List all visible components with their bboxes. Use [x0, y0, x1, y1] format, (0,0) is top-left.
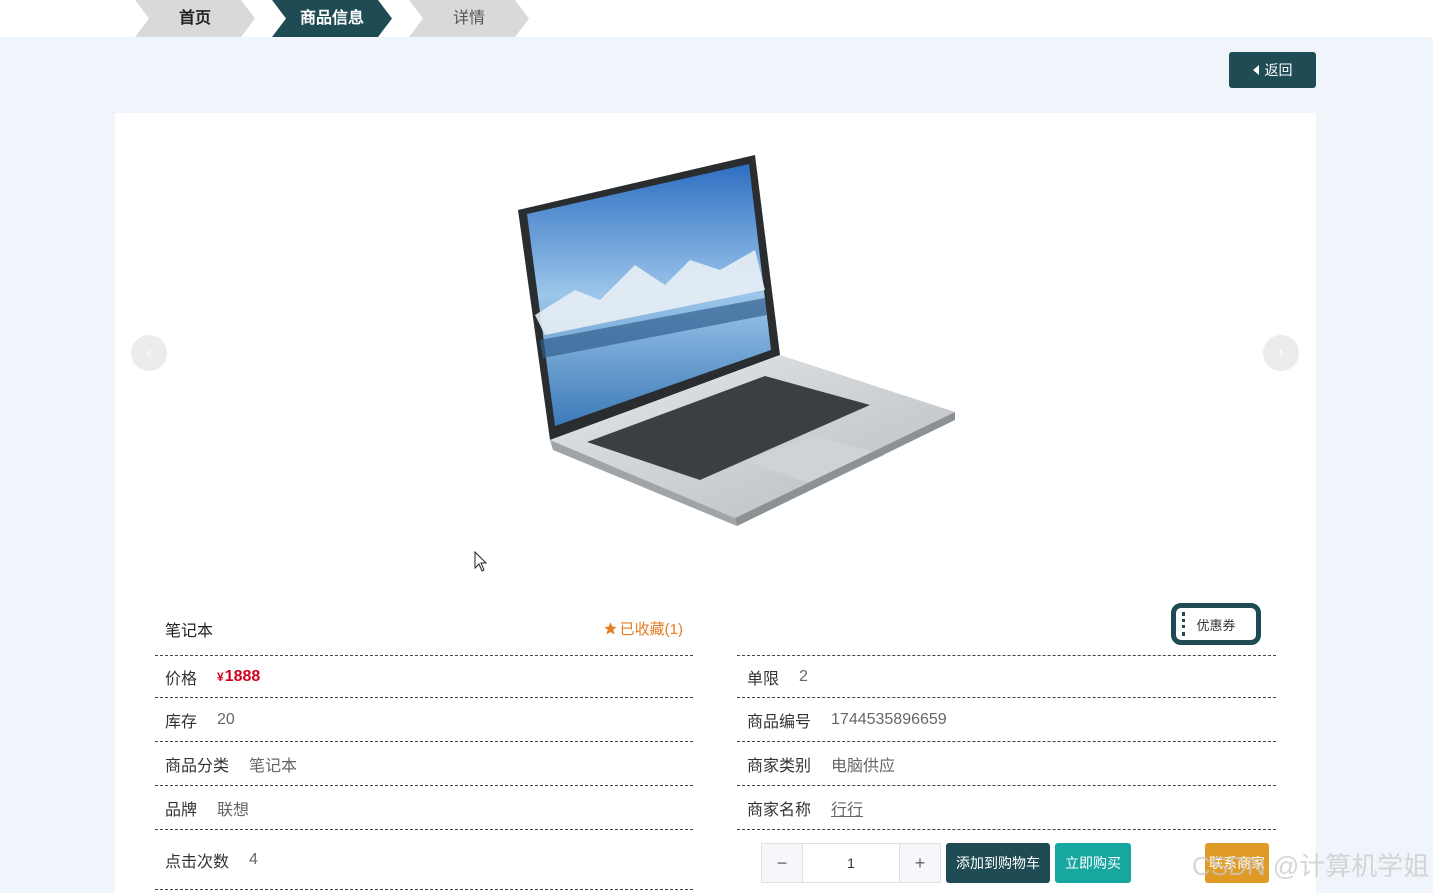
- breadcrumb-label: 首页: [178, 10, 211, 27]
- field-value: 2: [799, 667, 808, 685]
- caret-left-icon: [1252, 65, 1259, 75]
- field-value: 联想: [217, 801, 250, 819]
- quantity-decrease-button[interactable]: −: [762, 844, 802, 882]
- back-button[interactable]: 返回: [1229, 52, 1316, 88]
- coupon-perforation-icon: [1182, 612, 1185, 636]
- field-value: 笔记本: [249, 757, 298, 775]
- field-label: 商品编号: [747, 713, 812, 731]
- breadcrumb: 首页 商品信息 详情: [135, 0, 529, 37]
- field-merchant-type: 商家类别 电脑供应: [737, 742, 1276, 786]
- watermark: CSDN @计算机学姐: [1192, 851, 1430, 881]
- favorite-label: 已收藏(1): [619, 621, 683, 638]
- star-icon: [603, 622, 617, 635]
- field-label: 商家类别: [747, 757, 812, 775]
- field-label: 商家名称: [747, 801, 812, 819]
- field-price: 价格 ¥1888: [155, 656, 693, 698]
- breadcrumb-label: 商品信息: [299, 10, 364, 27]
- field-label: 商品分类: [165, 757, 230, 775]
- field-value: 电脑供应: [831, 757, 896, 775]
- coupon-button[interactable]: 优惠券: [1171, 603, 1261, 645]
- carousel-next-button[interactable]: ›: [1263, 335, 1299, 371]
- field-label: 单限: [747, 670, 780, 688]
- breadcrumb-label: 详情: [452, 10, 485, 27]
- carousel-prev-button[interactable]: ‹: [131, 335, 167, 371]
- currency-symbol: ¥: [217, 669, 224, 684]
- coupon-label: 优惠券: [1196, 617, 1236, 633]
- field-stock: 库存 20: [155, 698, 693, 742]
- field-brand: 品牌 联想: [155, 786, 693, 830]
- buy-now-button[interactable]: 立即购买: [1055, 843, 1131, 883]
- breadcrumb-home[interactable]: 首页: [135, 0, 255, 37]
- back-button-label: 返回: [1264, 62, 1293, 78]
- quantity-increase-button[interactable]: +: [900, 844, 940, 882]
- breadcrumb-product-info[interactable]: 商品信息: [272, 0, 392, 37]
- mouse-cursor-icon: [474, 551, 488, 572]
- favorite-button[interactable]: 已收藏(1): [603, 618, 693, 639]
- field-label: 库存: [165, 713, 198, 731]
- product-title-row: 笔记本 已收藏(1): [155, 602, 693, 656]
- breadcrumb-detail[interactable]: 详情: [409, 0, 529, 37]
- field-label: 点击次数: [165, 853, 230, 871]
- field-label: 品牌: [165, 801, 198, 819]
- merchant-name-link[interactable]: 行行: [831, 796, 863, 820]
- field-value: 4: [249, 850, 258, 868]
- quantity-input[interactable]: 1: [802, 844, 900, 882]
- field-value: 20: [217, 710, 235, 728]
- field-value: 1744535896659: [831, 710, 947, 728]
- product-image: [518, 155, 955, 526]
- product-name: 笔记本: [165, 622, 214, 640]
- quantity-stepper: − 1 +: [761, 843, 941, 883]
- field-merchant-name: 商家名称 行行: [737, 786, 1276, 830]
- field-product-number: 商品编号 1744535896659: [737, 698, 1276, 742]
- field-click-count: 点击次数 4: [155, 830, 693, 890]
- add-to-cart-button[interactable]: 添加到购物车: [946, 843, 1050, 883]
- price-value: ¥1888: [217, 668, 260, 686]
- field-limit: 单限 2: [737, 656, 1276, 698]
- field-label: 价格: [165, 670, 198, 688]
- price-amount: 1888: [224, 667, 261, 685]
- field-category: 商品分类 笔记本: [155, 742, 693, 786]
